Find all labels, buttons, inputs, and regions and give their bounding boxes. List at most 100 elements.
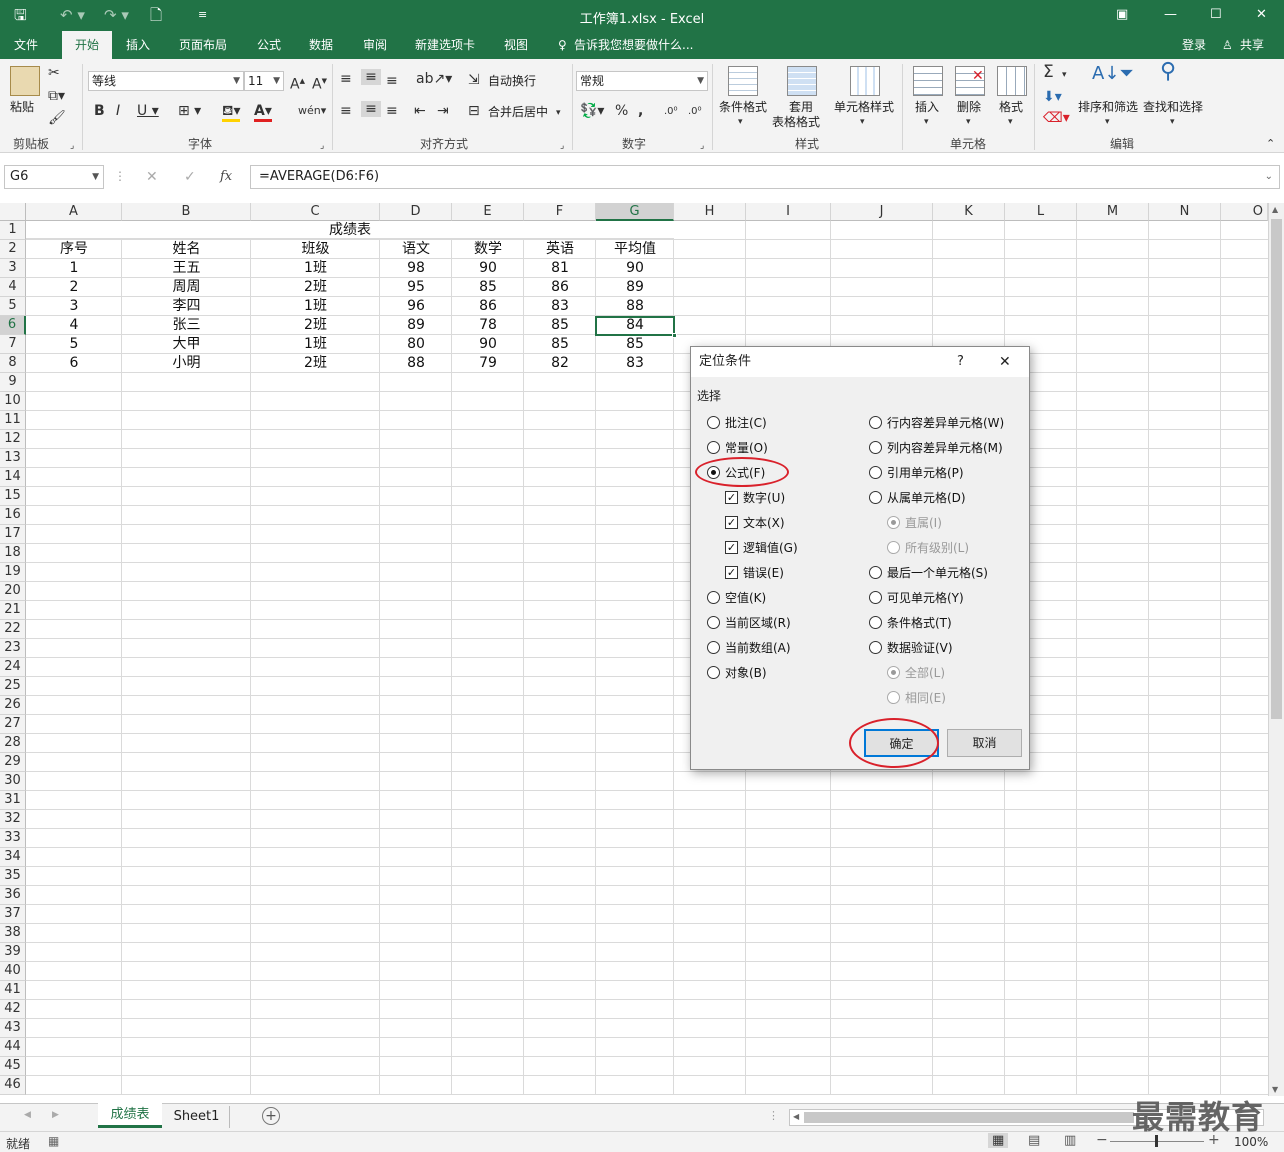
- help-icon[interactable]: ?: [957, 347, 964, 377]
- conditional-format-button[interactable]: 条件格式: [719, 100, 767, 114]
- column-header[interactable]: D: [380, 203, 452, 221]
- row-header[interactable]: 26: [0, 696, 26, 715]
- column-header[interactable]: L: [1005, 203, 1077, 221]
- merge-dropdown-icon[interactable]: ▾: [556, 105, 561, 121]
- row-header[interactable]: 40: [0, 962, 26, 981]
- increase-font-icon[interactable]: A▲: [290, 73, 305, 93]
- wrap-text-icon[interactable]: ⇲: [468, 72, 480, 88]
- zoom-slider-thumb[interactable]: [1155, 1135, 1158, 1147]
- horizontal-scrollbar[interactable]: ◀: [789, 1109, 1264, 1126]
- share-button[interactable]: 共享: [1240, 37, 1264, 53]
- table-cell[interactable]: 88: [596, 297, 674, 316]
- row-header[interactable]: 2: [0, 240, 26, 259]
- fill-color-icon[interactable]: ⛾▾: [222, 103, 241, 122]
- italic-icon[interactable]: I: [116, 103, 120, 119]
- row-header[interactable]: 37: [0, 905, 26, 924]
- cancel-entry-icon[interactable]: ✕: [146, 169, 158, 185]
- table-cell[interactable]: 85: [452, 278, 524, 297]
- row-header[interactable]: 13: [0, 449, 26, 468]
- merge-center-icon[interactable]: ⊟: [468, 103, 480, 119]
- format-as-table-icon[interactable]: [787, 66, 817, 96]
- decrease-decimal-icon[interactable]: .0⁰: [688, 104, 702, 120]
- find-dropdown-icon[interactable]: ▾: [1170, 114, 1175, 130]
- clipboard-launcher-icon[interactable]: ⌟: [70, 138, 74, 154]
- precedents-option[interactable]: 引用单元格(P): [869, 465, 964, 481]
- visible-cells-option[interactable]: 可见单元格(Y): [869, 590, 964, 606]
- table-cell[interactable]: 81: [524, 259, 596, 278]
- scroll-up-icon[interactable]: ▲: [1272, 205, 1278, 214]
- collapse-ribbon-icon[interactable]: ⌃: [1266, 136, 1275, 152]
- tab-view[interactable]: 视图: [504, 37, 528, 53]
- confirm-entry-icon[interactable]: ✓: [184, 169, 196, 185]
- dependents-option[interactable]: 从属单元格(D): [869, 490, 966, 506]
- row-header[interactable]: 35: [0, 867, 26, 886]
- column-header[interactable]: C: [251, 203, 380, 221]
- tab-formulas[interactable]: 公式: [257, 37, 281, 53]
- tab-data[interactable]: 数据: [309, 37, 333, 53]
- header-cell[interactable]: 平均值: [596, 240, 674, 259]
- row-header[interactable]: 8: [0, 354, 26, 373]
- wrap-text-button[interactable]: 自动换行: [488, 74, 536, 88]
- table-cell[interactable]: 90: [596, 259, 674, 278]
- zoom-level[interactable]: 100%: [1234, 1135, 1268, 1149]
- table-cell[interactable]: 2班: [251, 354, 380, 373]
- decrease-font-icon[interactable]: A▼: [312, 73, 327, 93]
- table-cell[interactable]: 1: [26, 259, 122, 278]
- table-cell[interactable]: 83: [524, 297, 596, 316]
- zoom-in-icon[interactable]: +: [1208, 1132, 1220, 1148]
- format-cells-icon[interactable]: [997, 66, 1027, 96]
- header-cell[interactable]: 英语: [524, 240, 596, 259]
- conditional-formats-option[interactable]: 条件格式(T): [869, 615, 952, 631]
- increase-indent-icon[interactable]: ⇥: [437, 103, 449, 119]
- table-cell[interactable]: 1班: [251, 297, 380, 316]
- find-select-button[interactable]: 查找和选择: [1143, 100, 1203, 114]
- column-header[interactable]: H: [674, 203, 746, 221]
- bold-icon[interactable]: B: [94, 103, 105, 119]
- delete-dropdown-icon[interactable]: ▾: [966, 114, 971, 130]
- table-cell[interactable]: 80: [380, 335, 452, 354]
- accounting-icon[interactable]: 💱▾: [580, 103, 604, 119]
- minimize-icon[interactable]: —: [1164, 6, 1177, 24]
- row-header[interactable]: 11: [0, 411, 26, 430]
- table-cell[interactable]: 85: [524, 316, 596, 335]
- tell-me-icon[interactable]: ♀: [558, 37, 567, 53]
- insert-dropdown-icon[interactable]: ▾: [924, 114, 929, 130]
- column-header[interactable]: B: [122, 203, 251, 221]
- table-cell[interactable]: 90: [452, 259, 524, 278]
- column-header[interactable]: K: [933, 203, 1005, 221]
- column-header-selected[interactable]: G: [596, 203, 674, 221]
- phonetic-icon[interactable]: wén▾: [298, 103, 326, 119]
- format-painter-icon[interactable]: 🖌: [48, 110, 66, 126]
- column-header[interactable]: A: [26, 203, 122, 221]
- maximize-icon[interactable]: ☐: [1210, 6, 1222, 24]
- tab-file[interactable]: 文件: [14, 37, 38, 53]
- row-header[interactable]: 3: [0, 259, 26, 278]
- insert-function-icon[interactable]: fx: [220, 169, 232, 184]
- fill-icon[interactable]: ⬇▾: [1043, 89, 1062, 105]
- align-center-icon[interactable]: ≡: [361, 101, 381, 117]
- row-header[interactable]: 1: [0, 221, 26, 240]
- column-header[interactable]: J: [831, 203, 933, 221]
- table-cell[interactable]: 78: [452, 316, 524, 335]
- text-checkbox[interactable]: ✓ 文本(X): [725, 515, 785, 531]
- hscroll-thumb[interactable]: [804, 1112, 1134, 1123]
- table-cell[interactable]: 85: [596, 335, 674, 354]
- row-header[interactable]: 29: [0, 753, 26, 772]
- constants-option[interactable]: 常量(O): [707, 440, 768, 456]
- sheet-prev-icon[interactable]: ◀: [24, 1110, 31, 1120]
- insert-cells-button[interactable]: 插入: [915, 100, 939, 114]
- row-header[interactable]: 21: [0, 601, 26, 620]
- font-size-combo[interactable]: 11 ▼: [244, 71, 284, 91]
- row-header[interactable]: 19: [0, 563, 26, 582]
- paste-button[interactable]: 粘贴: [10, 100, 34, 114]
- row-header[interactable]: 24: [0, 658, 26, 677]
- scroll-thumb[interactable]: [1271, 219, 1282, 719]
- zoom-out-icon[interactable]: −: [1096, 1132, 1108, 1148]
- table-cell[interactable]: 88: [380, 354, 452, 373]
- tab-split-icon[interactable]: ⋮: [768, 1109, 779, 1122]
- number-launcher-icon[interactable]: ⌟: [700, 138, 704, 154]
- format-cells-button[interactable]: 格式: [999, 100, 1023, 114]
- header-cell[interactable]: 语文: [380, 240, 452, 259]
- table-cell[interactable]: 李四: [122, 297, 251, 316]
- objects-option[interactable]: 对象(B): [707, 665, 767, 681]
